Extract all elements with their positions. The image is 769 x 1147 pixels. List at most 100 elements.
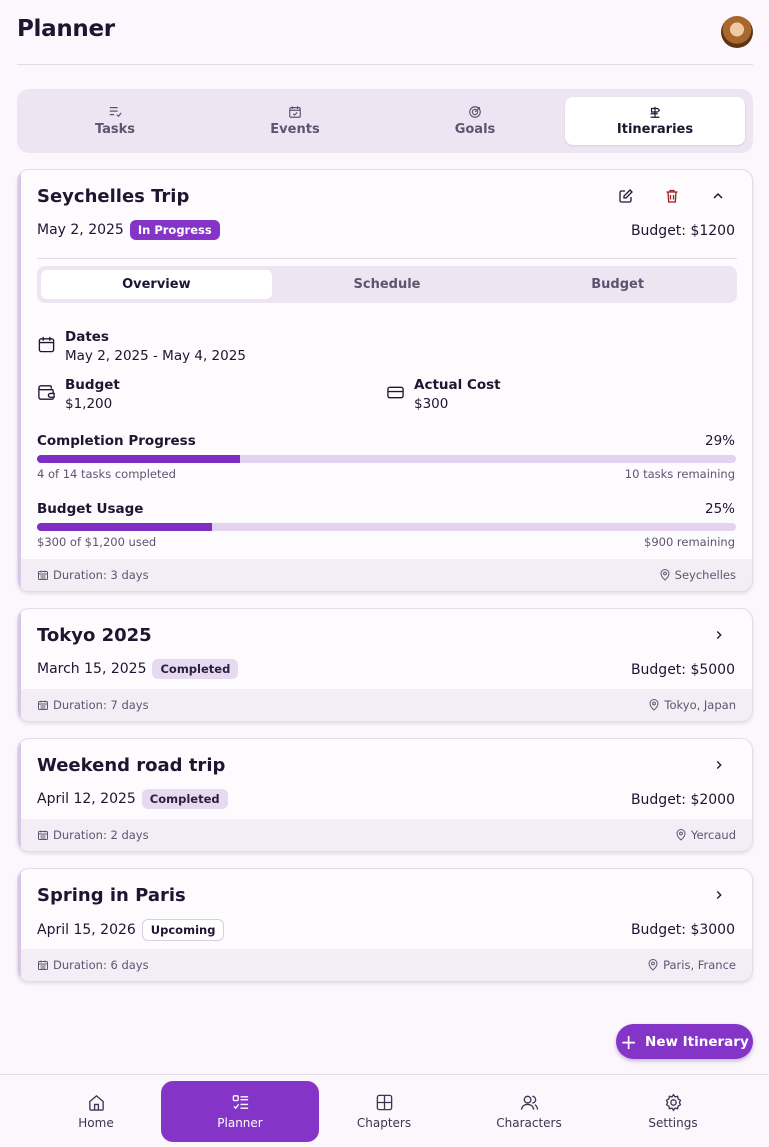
target-icon: [469, 106, 481, 118]
calendar-icon: [38, 830, 48, 840]
new-itinerary-label: New Itinerary: [645, 1033, 749, 1050]
budget-usage-bar: [37, 523, 736, 531]
card-footer: Duration: 7 days Tokyo, Japan: [21, 689, 752, 721]
card-budget: Budget: $5000: [630, 662, 735, 678]
completion-progress-fill: [37, 455, 240, 463]
users-icon: [520, 1095, 538, 1110]
budget-value: $1,200: [65, 396, 113, 412]
completion-percent: 29%: [704, 433, 735, 449]
subtab-overview[interactable]: Overview: [41, 270, 272, 299]
duration-text: Duration: 7 days: [53, 698, 149, 712]
completion-label: Completion Progress: [37, 433, 196, 449]
tab-itineraries[interactable]: Itineraries: [565, 97, 745, 145]
itinerary-card[interactable]: Weekend road trip April 12, 2025 Complet…: [17, 738, 753, 852]
itinerary-card[interactable]: Spring in Paris April 15, 2026 Upcoming …: [17, 868, 753, 982]
edit-icon[interactable]: [618, 188, 634, 204]
map-signs-icon: [650, 106, 661, 118]
nav-home[interactable]: Home: [17, 1081, 175, 1142]
credit-card-icon: [387, 386, 404, 399]
tab-label: Goals: [454, 122, 496, 137]
chevron-right-icon[interactable]: [712, 888, 726, 902]
itinerary-card[interactable]: Tokyo 2025 March 15, 2025 Completed Budg…: [17, 608, 753, 722]
home-icon: [88, 1094, 104, 1111]
chevron-up-icon[interactable]: [710, 188, 726, 204]
calendar-icon: [38, 700, 48, 710]
app-header: Planner: [17, 0, 753, 65]
budget-usage-percent: 25%: [704, 501, 735, 517]
card-date: March 15, 2025: [37, 661, 147, 677]
budget-info: Budget $1,200: [37, 376, 120, 414]
card-date-row: April 15, 2026 Upcoming: [37, 919, 225, 941]
nav-label: Settings: [648, 1116, 698, 1130]
tab-events[interactable]: Events: [205, 97, 385, 145]
duration-text: Duration: 2 days: [53, 828, 149, 842]
duration: Duration: 7 days: [37, 698, 149, 712]
wallet-icon: [38, 385, 55, 400]
nav-chapters[interactable]: Chapters: [305, 1081, 463, 1142]
plus-icon: +: [620, 1029, 638, 1054]
nav-label: Chapters: [356, 1116, 412, 1130]
card-budget: Budget: $2000: [630, 792, 735, 808]
actual-cost-value: $300: [414, 396, 449, 412]
subtab-budget[interactable]: Budget: [502, 270, 733, 299]
nav-label: Characters: [496, 1116, 562, 1130]
avatar[interactable]: [721, 16, 753, 48]
status-badge: In Progress: [129, 220, 220, 240]
planner-icon: [232, 1095, 248, 1110]
map-pin-icon: [648, 959, 658, 971]
nav-settings[interactable]: Settings: [594, 1081, 752, 1142]
card-date: April 12, 2025: [37, 791, 136, 807]
card-title: Tokyo 2025: [37, 625, 152, 646]
card-date: April 15, 2026: [37, 922, 136, 938]
card-date-row: May 2, 2025 In Progress: [37, 220, 220, 240]
duration: Duration: 6 days: [37, 958, 149, 972]
tab-goals[interactable]: Goals: [385, 97, 565, 145]
budget-usage-fill: [37, 523, 212, 531]
calendar-icon: [38, 960, 48, 970]
tab-label: Itineraries: [616, 122, 694, 137]
completion-remaining: 10 tasks remaining: [624, 467, 735, 481]
nav-label: Home: [78, 1116, 114, 1130]
new-itinerary-button[interactable]: + New Itinerary: [616, 1024, 753, 1059]
actual-cost-info: Actual Cost $300: [386, 376, 501, 414]
card-date-row: April 12, 2025 Completed: [37, 789, 228, 809]
map-pin-icon: [676, 829, 686, 841]
completion-subtext: 4 of 14 tasks completed: [37, 467, 176, 481]
location-text: Tokyo, Japan: [664, 698, 736, 712]
duration: Duration: 2 days: [37, 828, 149, 842]
nav-characters[interactable]: Characters: [450, 1081, 608, 1142]
status-badge: Completed: [141, 789, 228, 809]
dates-info: Dates May 2, 2025 - May 4, 2025: [37, 328, 246, 366]
itinerary-subtabs: Overview Schedule Budget: [37, 266, 737, 303]
tab-tasks[interactable]: Tasks: [25, 97, 205, 145]
tab-label: Tasks: [94, 122, 136, 137]
dates-label: Dates: [65, 329, 109, 345]
location: Yercaud: [675, 828, 736, 842]
actual-cost-label: Actual Cost: [414, 377, 501, 393]
chevron-right-icon[interactable]: [712, 758, 726, 772]
status-badge: Completed: [152, 659, 239, 679]
location: Tokyo, Japan: [648, 698, 736, 712]
calendar-check-icon: [289, 106, 301, 118]
location: Paris, France: [647, 958, 736, 972]
map-pin-icon: [649, 699, 659, 711]
nav-label: Planner: [217, 1116, 263, 1130]
chevron-right-icon[interactable]: [712, 628, 726, 642]
itinerary-card[interactable]: Seychelles Trip May 2, 2025 In Progress …: [17, 169, 753, 592]
budget-label: Budget: [65, 377, 120, 393]
gear-icon: [665, 1093, 681, 1112]
delete-icon[interactable]: [664, 188, 680, 204]
budget-usage-label: Budget Usage: [37, 501, 144, 517]
nav-planner[interactable]: Planner: [161, 1081, 319, 1142]
bottom-navigation: Home Planner Chapters Characters Setting…: [0, 1074, 769, 1147]
budget-remaining: $900 remaining: [644, 535, 735, 549]
card-footer: Duration: 3 days Seychelles: [21, 559, 752, 591]
location-text: Yercaud: [690, 828, 736, 842]
duration: Duration: 3 days: [37, 568, 149, 582]
duration-text: Duration: 3 days: [53, 568, 149, 582]
card-budget: Budget: $3000: [630, 922, 735, 938]
budget-usage-subtext: $300 of $1,200 used: [37, 535, 157, 549]
calendar-icon: [38, 570, 48, 580]
subtab-schedule[interactable]: Schedule: [272, 270, 503, 299]
card-budget: Budget: $1200: [630, 223, 735, 239]
